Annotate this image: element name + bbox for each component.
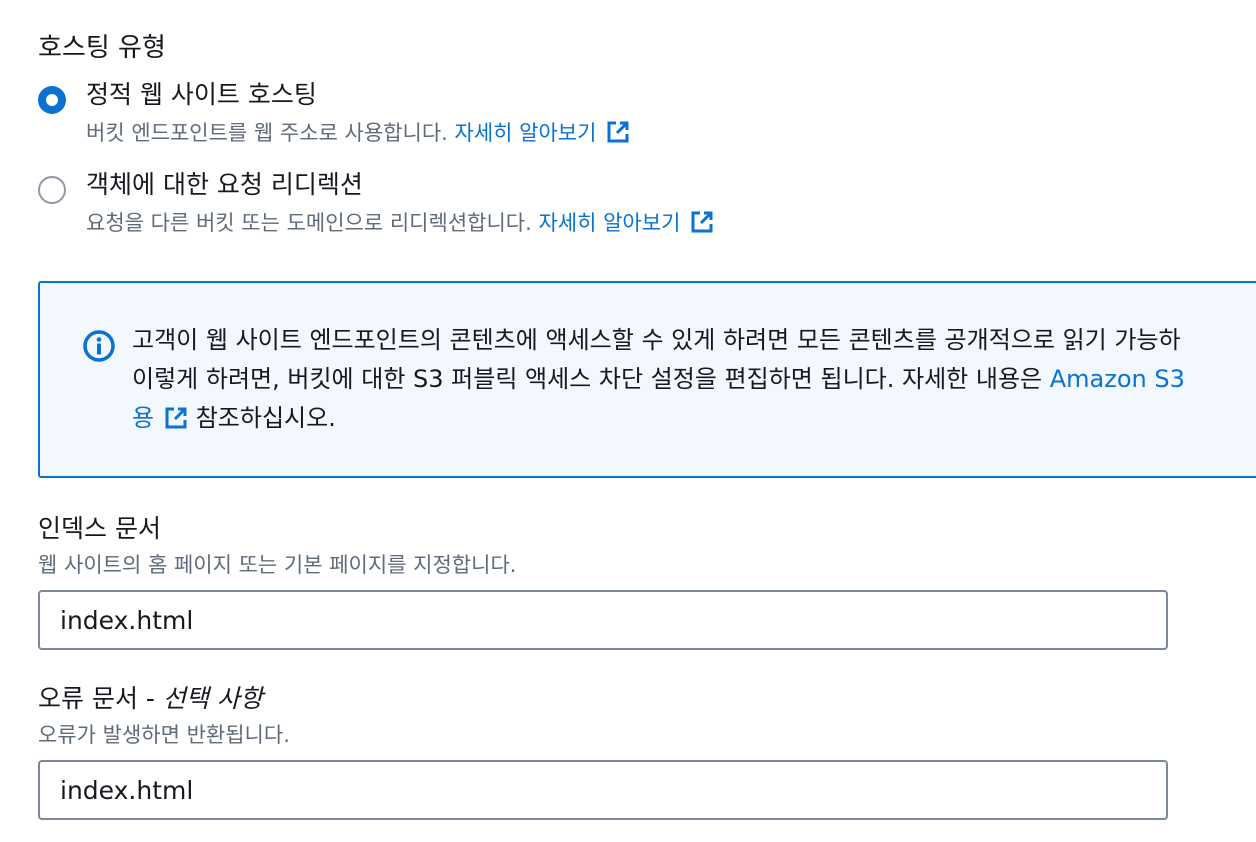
- doc-link-continued[interactable]: 용: [132, 404, 188, 432]
- index-document-description: 웹 사이트의 홈 페이지 또는 기본 페이지를 지정합니다.: [38, 553, 517, 577]
- index-document-label: 인덱스 문서: [38, 514, 161, 543]
- radio-label-redirect: 객체에 대한 요청 리디렉션: [86, 170, 363, 199]
- amazon-s3-doc-link[interactable]: Amazon S3: [1050, 365, 1185, 393]
- info-icon: [83, 330, 115, 362]
- hosting-type-title: 호스팅 유형: [38, 33, 166, 63]
- error-document-label: 오류 문서 - 선택 사항: [38, 684, 263, 713]
- index-document-input[interactable]: [38, 590, 1168, 650]
- external-link-icon: [165, 407, 187, 429]
- alert-line: 이렇게 하려면, 버킷에 대한 S3 퍼블릭 액세스 차단 설정을 편집하면 됩…: [132, 365, 1185, 393]
- info-alert: 고객이 웹 사이트 엔드포인트의 콘텐츠에 액세스할 수 있게 하려면 모든 콘…: [38, 281, 1256, 478]
- radio-description-static-hosting: 버킷 엔드포인트를 웹 주소로 사용합니다. 자세히 알아보기: [86, 118, 630, 148]
- alert-line: 용 참조하십시오.: [132, 404, 336, 432]
- error-document-input[interactable]: [38, 760, 1168, 820]
- alert-message: 고객이 웹 사이트 엔드포인트의 콘텐츠에 액세스할 수 있게 하려면 모든 콘…: [132, 321, 1256, 438]
- radio-label-static-hosting: 정적 웹 사이트 호스팅: [86, 80, 317, 109]
- description-text: 요청을 다른 버킷 또는 도메인으로 리디렉션합니다.: [86, 211, 532, 235]
- description-text: 버킷 엔드포인트를 웹 주소로 사용합니다.: [86, 121, 448, 145]
- alert-line: 고객이 웹 사이트 엔드포인트의 콘텐츠에 액세스할 수 있게 하려면 모든 콘…: [132, 326, 1181, 354]
- radio-description-redirect: 요청을 다른 버킷 또는 도메인으로 리디렉션합니다. 자세히 알아보기: [86, 208, 714, 238]
- external-link-icon: [607, 121, 629, 143]
- optional-label: 선택 사항: [162, 684, 263, 713]
- error-document-description: 오류가 발생하면 반환됩니다.: [38, 723, 290, 747]
- radio-button-selected[interactable]: [38, 86, 66, 114]
- radio-button-unselected[interactable]: [38, 176, 66, 204]
- learn-more-link[interactable]: 자세히 알아보기: [455, 121, 631, 145]
- external-link-icon: [691, 211, 713, 233]
- learn-more-link[interactable]: 자세히 알아보기: [538, 211, 714, 235]
